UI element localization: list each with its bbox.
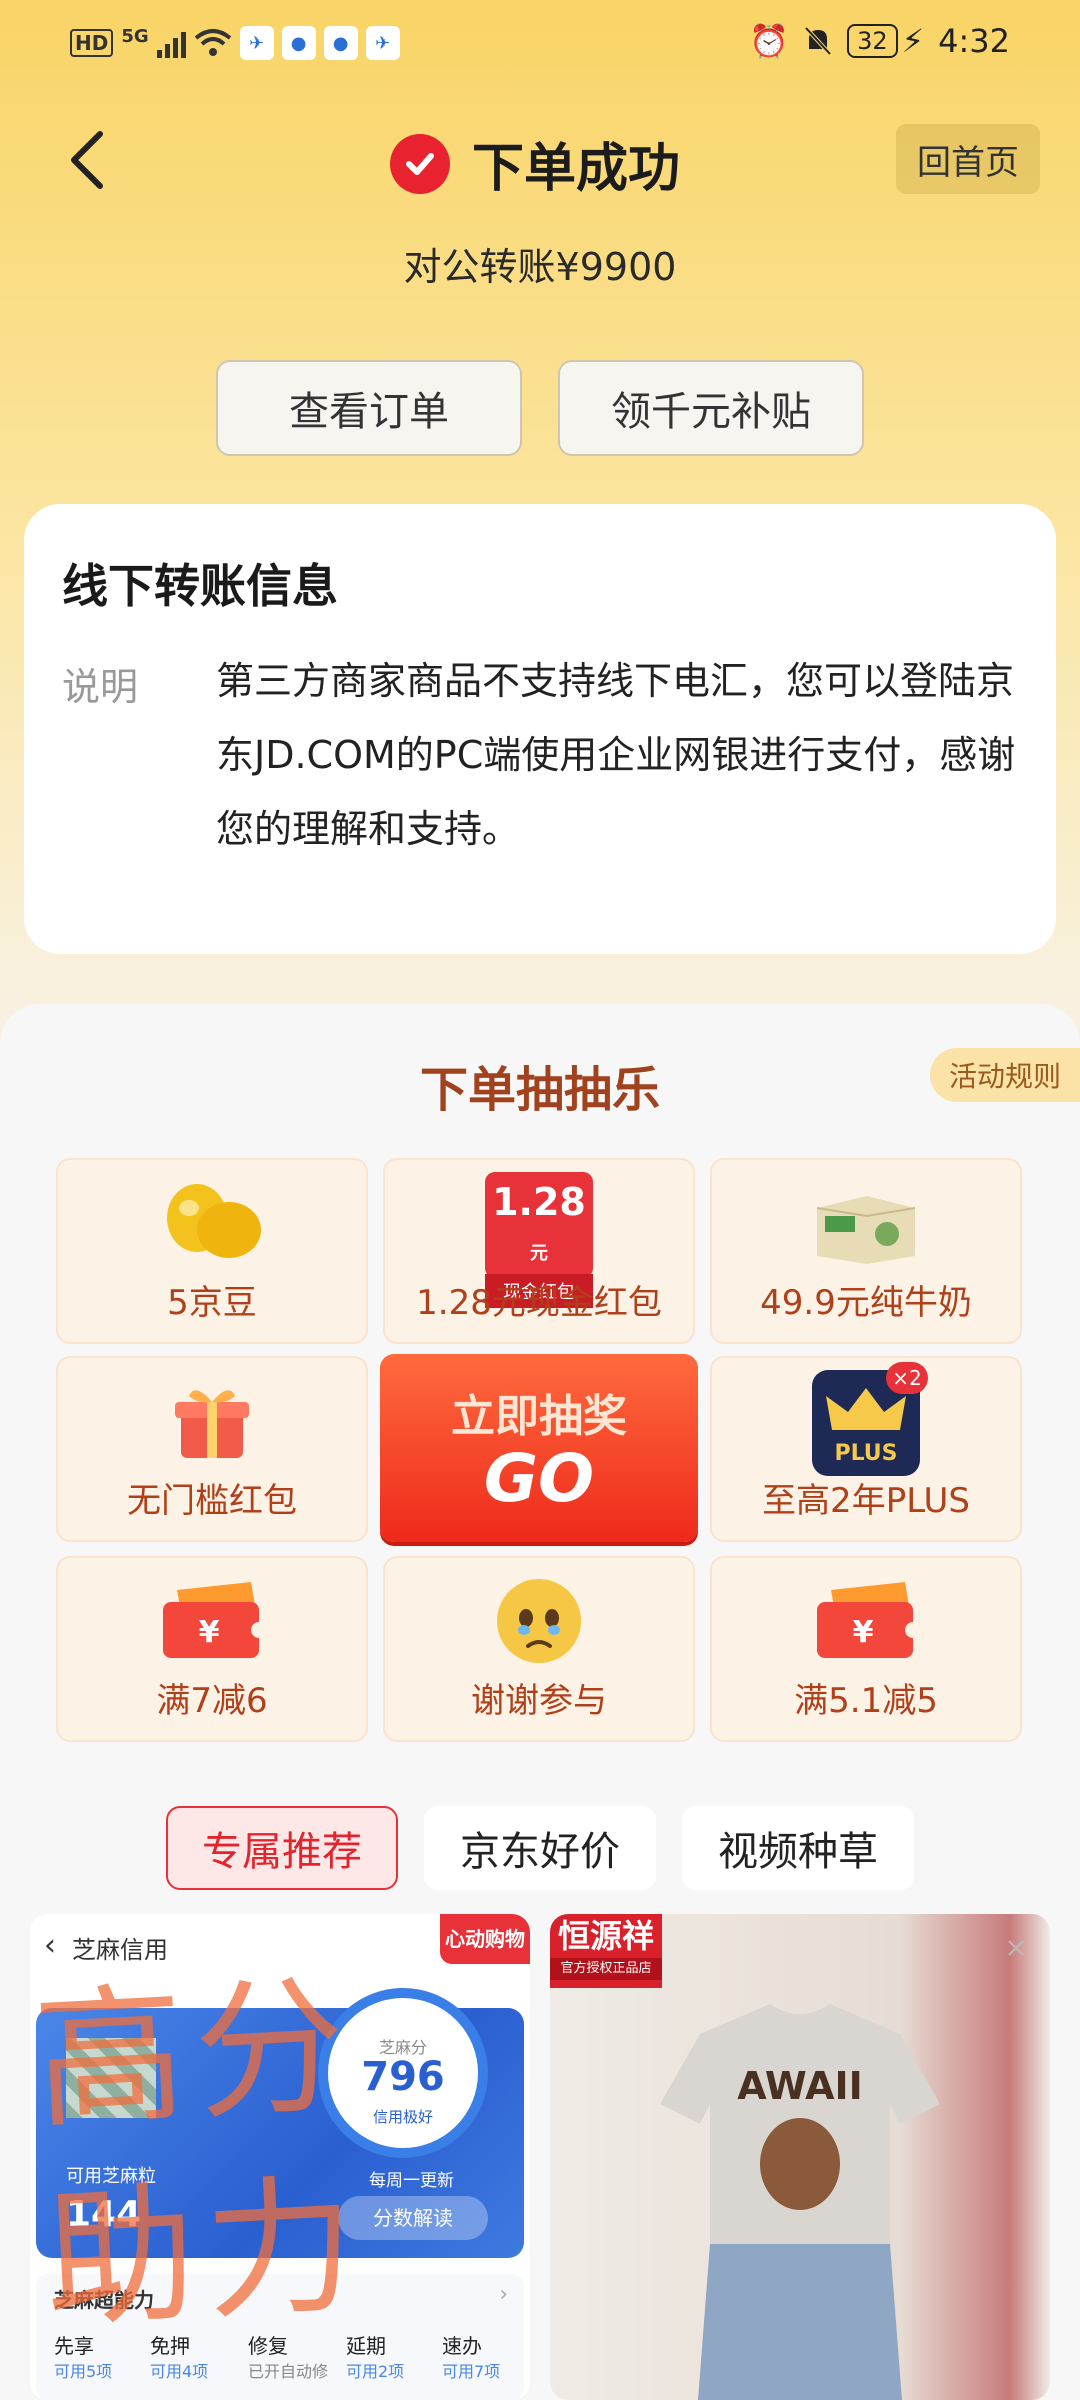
charging-icon: ⚡ [901, 22, 925, 60]
app-notification-icon: ● [323, 26, 358, 60]
close-icon[interactable] [1006, 1938, 1026, 1958]
prize-cell-milk: 49.9元纯牛奶 [710, 1158, 1022, 1344]
view-order-button[interactable]: 查看订单 [216, 360, 522, 456]
mute-bell-icon [804, 26, 832, 56]
clock: 4:32 [938, 22, 1010, 60]
check-circle-icon [390, 133, 450, 194]
power-sub: 可用7项 [442, 2362, 501, 2381]
gift-box-icon [175, 1390, 249, 1458]
feed-card-product[interactable]: AWAII 恒源祥 官方授权正品店 [550, 1914, 1050, 2400]
page-title: 下单成功 [472, 139, 681, 199]
tab-video[interactable]: 视频种草 [682, 1806, 914, 1890]
transfer-info-label: 说明 [62, 665, 139, 709]
status-bar: HD 5G ✈ ● ● ✈ ⏰ 32 ⚡ 4:32 [0, 0, 1080, 90]
power-name: 速办 [442, 2334, 482, 2358]
home-button[interactable]: 回首页 [896, 124, 1040, 194]
battery-icon: 32 [847, 24, 898, 58]
plus-crown-icon: PLUS ×2 [812, 1362, 928, 1476]
get-subsidy-button[interactable]: 领千元补贴 [558, 360, 864, 456]
transfer-info-card: 线下转账信息 说明 第三方商家商品不支持线下电汇，您可以登陆京东JD.COM的P… [24, 504, 1056, 954]
draw-text: 立即抽奖 [451, 1391, 627, 1442]
weekly-update: 每周一更新 [369, 2171, 454, 2191]
chevron-left-icon: ‹ [44, 1928, 56, 1963]
handwriting-overlay: 高分助力 [30, 1959, 370, 2350]
draw-go-button[interactable]: 立即抽奖 GO [380, 1354, 698, 1542]
tab-good-price[interactable]: 京东好价 [424, 1806, 656, 1890]
transfer-info-text: 第三方商家商品不支持线下电汇，您可以登陆京东JD.COM的PC端使用企业网银进行… [216, 659, 1016, 851]
prize-label: 满5.1减5 [794, 1681, 938, 1721]
prize-cell-gift: 无门槛红包 [56, 1356, 368, 1542]
payment-amount: 对公转账¥9900 [403, 245, 677, 289]
transfer-info-title: 线下转账信息 [62, 559, 338, 613]
lottery-title: 下单抽抽乐 [419, 1062, 660, 1118]
prize-label: 满7减6 [156, 1681, 268, 1721]
svg-text:¥: ¥ [853, 1615, 874, 1650]
prize-label: 谢谢参与 [471, 1681, 607, 1721]
prize-cell-plus: PLUS ×2 至高2年PLUS [710, 1356, 1022, 1542]
plus-badge: ×2 [886, 1362, 928, 1394]
tab-exclusive[interactable]: 专属推荐 [166, 1806, 398, 1890]
coupon-icon: ¥ [817, 1582, 921, 1658]
brand-tag: 恒源祥 官方授权正品店 [550, 1914, 662, 1988]
feed-card-credit[interactable]: ‹ 芝麻信用 心动购物季 芝麻分 796 信用极好 每周一更新 分数解读 可用芝… [30, 1914, 530, 2400]
hd-indicator: HD [70, 29, 114, 57]
power-sub: 可用2项 [346, 2362, 405, 2381]
brand-name: 恒源祥 [557, 1917, 654, 1955]
promo-tag: 心动购物季 [440, 1914, 530, 2001]
red-packet-unit: 元 [530, 1243, 548, 1264]
go-text: GO [483, 1440, 595, 1517]
prize-label: 1.28元现金红包 [416, 1283, 662, 1323]
prize-cell-red-packet: 1.28元 现金红包 1.28元现金红包 [383, 1158, 695, 1344]
app-notification-icon: ✈ [239, 26, 274, 60]
rules-button[interactable]: 活动规则 [930, 1048, 1080, 1102]
status-right: ⏰ 32 ⚡ 4:32 [749, 22, 1010, 60]
bean-icon [167, 1184, 261, 1258]
plus-text: PLUS [834, 1441, 898, 1466]
chevron-left-icon [71, 131, 103, 189]
power-sub: 可用4项 [150, 2362, 209, 2381]
red-packet-icon: 1.28元 现金红包 [485, 1172, 593, 1308]
signal-icon [156, 28, 186, 58]
app-notification-icon: ✈ [365, 26, 400, 60]
power-sub: 已开自动修 [248, 2362, 329, 2381]
prize-label: 至高2年PLUS [762, 1481, 970, 1521]
coupon-icon: ¥ [163, 1582, 267, 1658]
title-wrap: 下单成功 [390, 126, 680, 201]
prize-label: 49.9元纯牛奶 [760, 1283, 972, 1323]
prize-cell-coupon: ¥ 满5.1减5 [710, 1556, 1022, 1742]
back-button[interactable] [60, 120, 116, 200]
prize-cell-thanks: 谢谢参与 [383, 1556, 695, 1742]
shirt-print: AWAII [737, 2064, 863, 2108]
wifi-icon [194, 29, 231, 56]
milk-box-icon [816, 1196, 916, 1264]
red-packet-amount: 1.28 [492, 1180, 586, 1224]
prize-label: 5京豆 [167, 1283, 257, 1323]
prize-cell-coupon: ¥ 满7减6 [56, 1556, 368, 1742]
brand-sub: 官方授权正品店 [550, 1958, 662, 1980]
sad-face-icon [497, 1579, 581, 1663]
prize-label: 无门槛红包 [127, 1481, 297, 1521]
app-notification-icon: ● [281, 26, 316, 60]
svg-text:¥: ¥ [199, 1615, 220, 1650]
status-left: HD 5G ✈ ● ● ✈ [70, 26, 400, 60]
chevron-right-icon: › [499, 2282, 508, 2307]
network-label: 5G [121, 25, 149, 47]
alarm-icon: ⏰ [749, 22, 790, 60]
prize-cell-beans: 5京豆 [56, 1158, 368, 1344]
